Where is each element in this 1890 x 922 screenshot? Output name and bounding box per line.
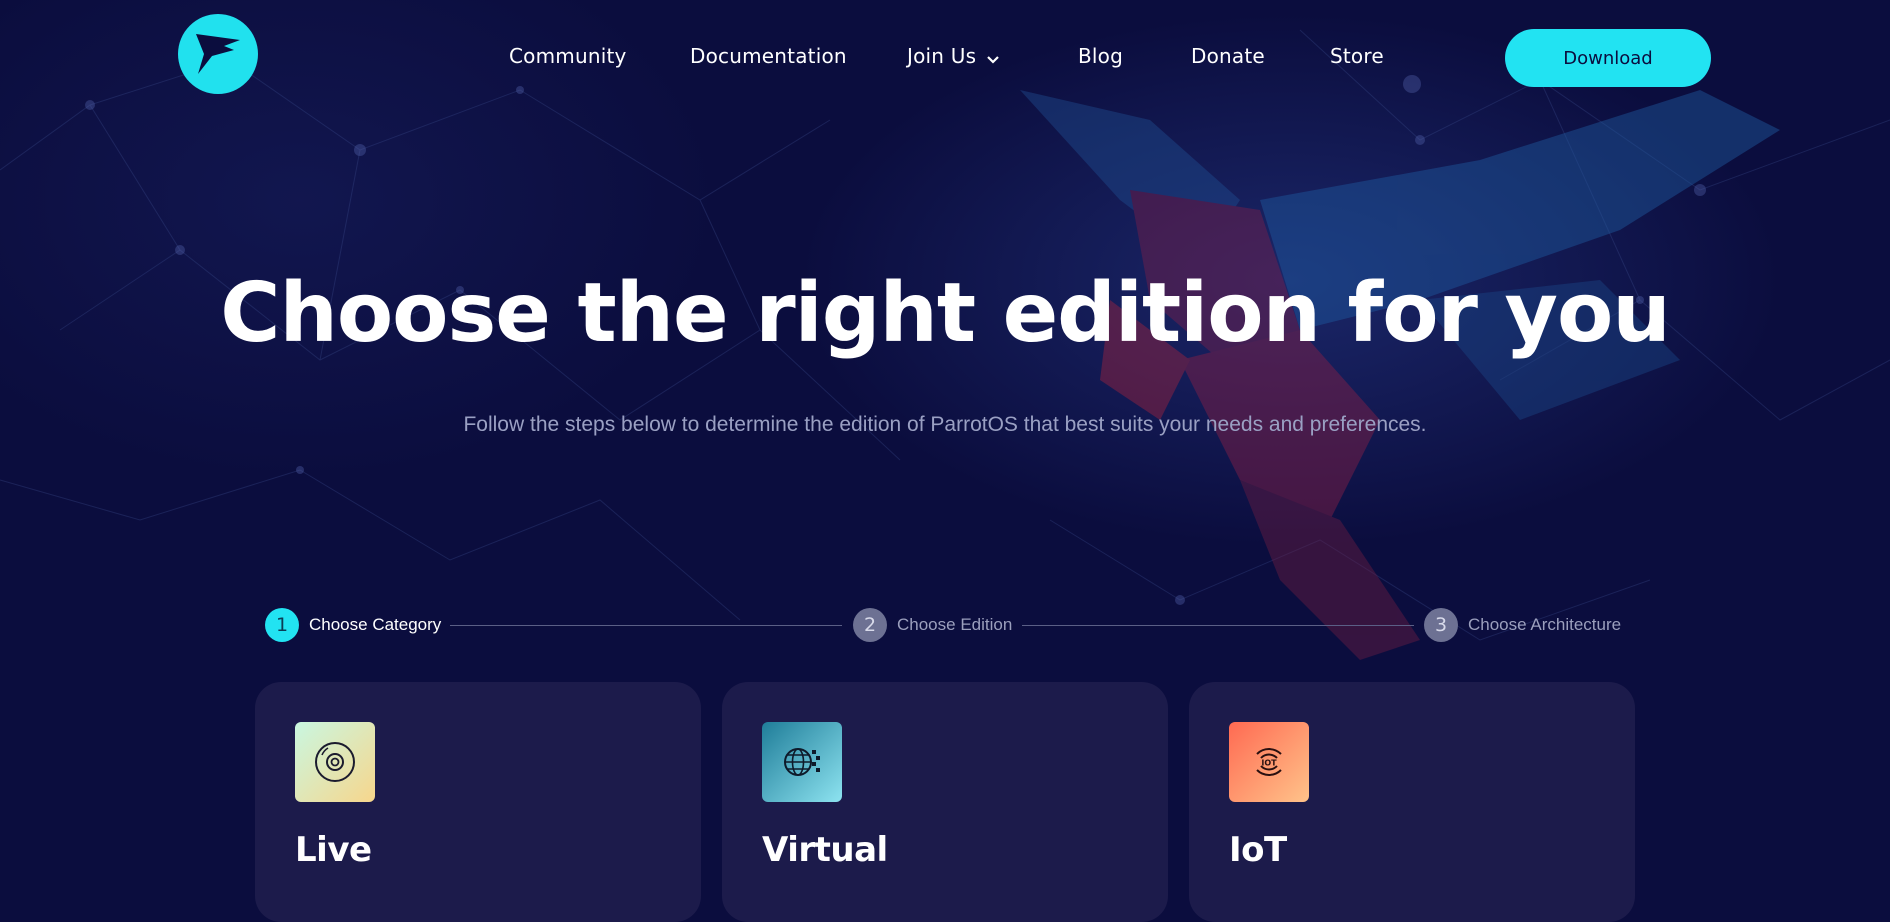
nav-donate[interactable]: Donate (1191, 44, 1265, 68)
nav-blog[interactable]: Blog (1078, 44, 1123, 68)
nav-community[interactable]: Community (509, 44, 627, 68)
parrot-graphic (1020, 90, 1780, 660)
step-3-number[interactable]: 3 (1424, 608, 1458, 642)
disc-icon (295, 722, 375, 802)
step-2-label[interactable]: Choose Edition (897, 615, 1012, 635)
nav-join-us[interactable]: Join Us (907, 44, 1000, 70)
chevron-down-icon (986, 46, 1000, 70)
site-header: Community Documentation Join Us Blog Don… (0, 0, 1890, 116)
step-1-label[interactable]: Choose Category (309, 615, 441, 635)
card-iot[interactable]: IOT IoT (1189, 682, 1635, 922)
card-virtual[interactable]: Virtual (722, 682, 1168, 922)
step-progress: 1 Choose Category 2 Choose Edition 3 Cho… (0, 605, 1890, 645)
step-1-number[interactable]: 1 (265, 608, 299, 642)
step-3-label[interactable]: Choose Architecture (1468, 615, 1621, 635)
svg-text:IOT: IOT (1261, 759, 1277, 768)
card-live[interactable]: Live (255, 682, 701, 922)
card-iot-title: IoT (1229, 830, 1287, 870)
page-subtitle: Follow the steps below to determine the … (463, 413, 1427, 436)
page-title: Choose the right edition for you (220, 266, 1670, 361)
step-connector (1022, 625, 1414, 626)
card-live-title: Live (295, 830, 372, 870)
nav-join-us-label: Join Us (907, 44, 977, 68)
card-virtual-title: Virtual (762, 830, 888, 870)
step-2-number[interactable]: 2 (853, 608, 887, 642)
download-button[interactable]: Download (1505, 29, 1711, 87)
nav-documentation[interactable]: Documentation (690, 44, 847, 68)
step-connector (450, 625, 842, 626)
iot-icon: IOT (1229, 722, 1309, 802)
globe-icon (762, 722, 842, 802)
nav-store[interactable]: Store (1330, 44, 1384, 68)
